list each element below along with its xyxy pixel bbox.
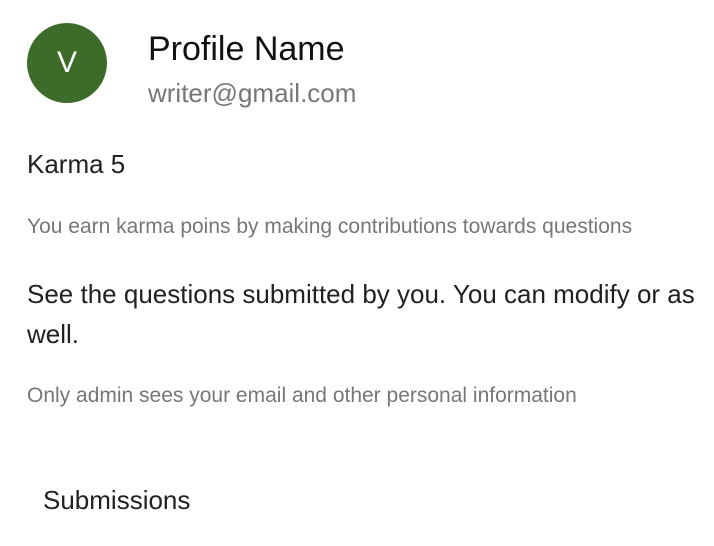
privacy-note: Only admin sees your email and other per…: [27, 384, 577, 407]
profile-name: Profile Name: [148, 30, 345, 68]
submissions-info-text: See the questions submitted by you. You …: [27, 279, 695, 349]
avatar: V: [27, 23, 107, 103]
karma-description: You earn karma poins by making contribut…: [27, 215, 633, 238]
profile-email: writer@gmail.com: [148, 78, 357, 108]
karma-score: Karma 5: [27, 149, 126, 179]
profile-header: V Profile Name writer@gmail.com: [0, 0, 714, 130]
submissions-tab[interactable]: Submissions: [43, 483, 190, 517]
